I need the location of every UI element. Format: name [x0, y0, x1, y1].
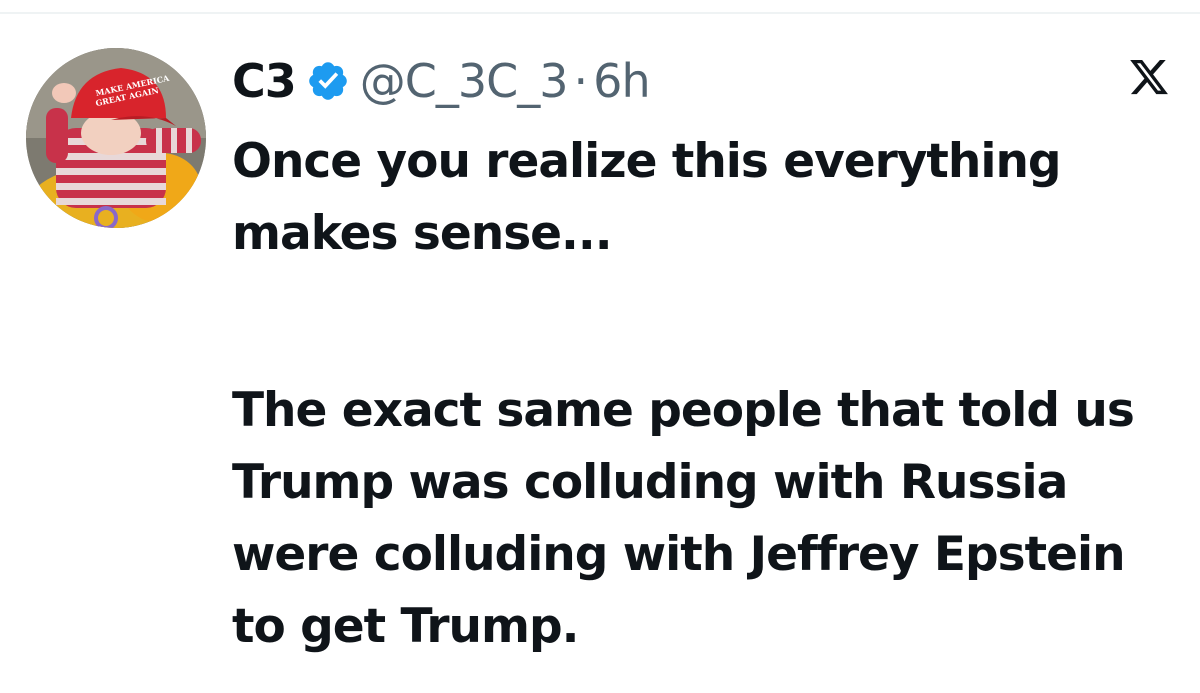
verified-badge-icon [306, 59, 350, 103]
tweet-header: C3 @C_3C_3 · 6h [232, 46, 651, 116]
user-handle[interactable]: @C_3C_3 [360, 54, 569, 108]
x-logo-icon[interactable] [1128, 56, 1170, 98]
tweet-text-paragraph: The exact same people that told us Trump… [232, 383, 1135, 654]
tweet-text: Once you realize this everything makes s… [232, 126, 1172, 663]
display-name[interactable]: C3 [232, 54, 297, 108]
top-divider [0, 12, 1200, 14]
timestamp[interactable]: 6h [593, 54, 650, 108]
avatar[interactable]: MAKE AMERICA GREAT AGAIN [26, 48, 206, 228]
separator-dot: · [573, 54, 589, 108]
tweet-text-paragraph: Once you realize this everything makes s… [232, 134, 1062, 261]
avatar-photo: MAKE AMERICA GREAT AGAIN [26, 48, 206, 228]
